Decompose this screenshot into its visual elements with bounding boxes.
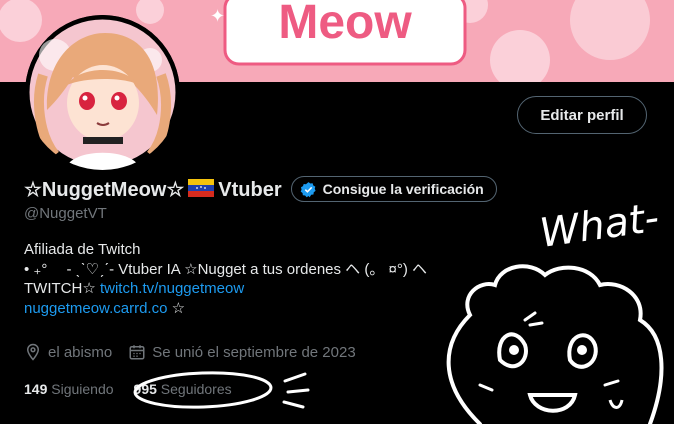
location-item: el abismo — [24, 343, 112, 361]
joined-item: Se unió el septiembre de 2023 — [128, 343, 356, 361]
joined-text: Se unió el septiembre de 2023 — [152, 343, 356, 361]
following-label: Siguiendo — [51, 381, 114, 397]
bio-line-1: Afiliada de Twitch — [24, 241, 141, 258]
avatar[interactable] — [25, 15, 180, 170]
bio-line-4: nuggetmeow.carrd.co ☆ — [24, 299, 427, 319]
edit-profile-button[interactable]: Editar perfil — [517, 96, 647, 134]
followers-label: Seguidores — [160, 381, 232, 397]
profile-meta: el abismo Se unió el septiembre de 2023 — [24, 343, 372, 361]
doodle-text: What- — [537, 195, 662, 257]
venezuela-flag-icon — [188, 178, 215, 197]
follow-stats: 149 Siguiendo 995 Seguidores — [24, 381, 232, 397]
banner-title: Meow — [278, 0, 412, 49]
location-text: el abismo — [48, 343, 113, 361]
bio-line-2: • ₊° - ˎˋ♡ˏˊ- Vtuber IA ☆Nugget a tus or… — [24, 260, 428, 278]
display-name-part1: ☆NuggetMeow☆ — [24, 178, 185, 201]
followers-link[interactable]: 995 Seguidores — [134, 381, 232, 397]
location-icon — [26, 343, 40, 361]
following-link[interactable]: 149 Siguiendo — [24, 381, 114, 397]
svg-text:✦: ✦ — [210, 6, 225, 27]
followers-count: 995 — [133, 381, 157, 397]
bio: Afiliada de Twitch • ₊° - ˎˋ♡ˏˊ- Vtuber … — [24, 240, 427, 318]
character-doodle: What- — [446, 195, 664, 424]
bio-line-3-prefix: TWITCH☆ — [24, 280, 100, 297]
bio-line-4-suffix: ☆ — [167, 299, 186, 317]
carrd-link[interactable]: nuggetmeow.carrd.co — [24, 300, 167, 317]
bio-line-3: TWITCH☆ twitch.tv/nuggetmeow — [24, 279, 427, 299]
avatar-image — [25, 15, 180, 170]
calendar-icon — [129, 345, 145, 360]
twitch-link[interactable]: twitch.tv/nuggetmeow — [100, 280, 244, 297]
display-name-part2: Vtuber — [218, 178, 282, 201]
following-count: 149 — [24, 381, 48, 397]
display-name: ☆NuggetMeow☆ Vtuber — [24, 177, 282, 202]
verified-badge-icon — [300, 181, 316, 197]
user-handle: @NuggetVT — [24, 205, 107, 222]
